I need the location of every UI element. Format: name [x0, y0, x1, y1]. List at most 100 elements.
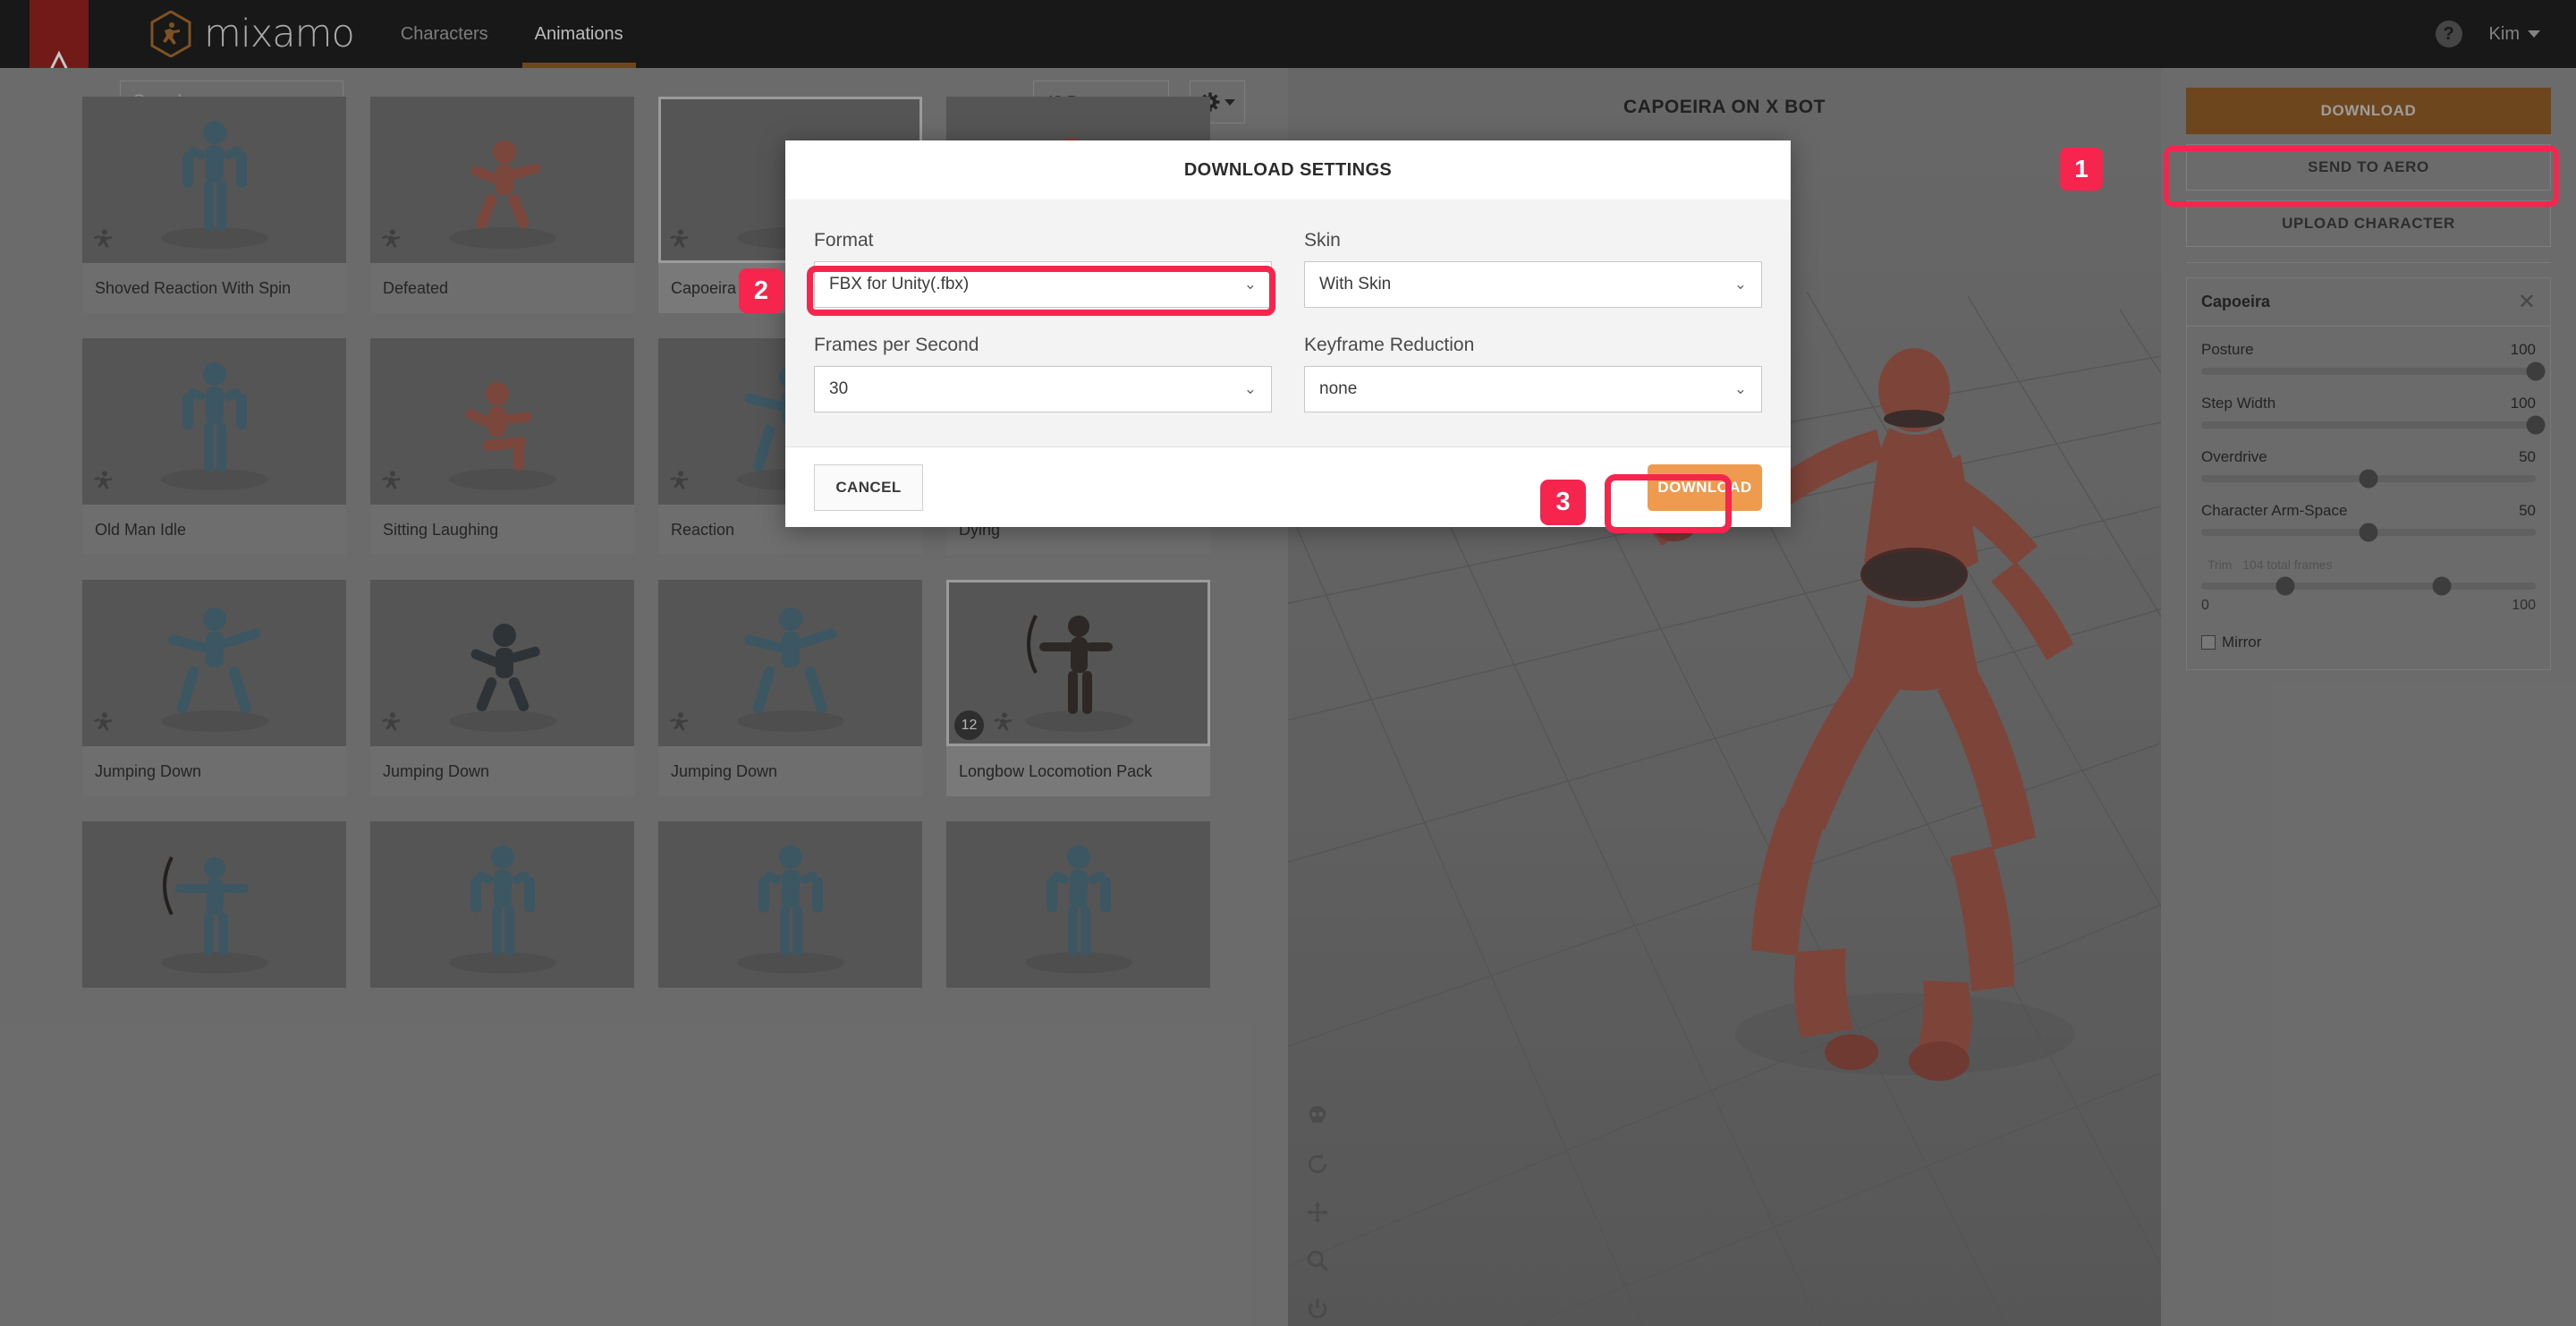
mirror-checkbox-row[interactable]: Mirror — [2201, 633, 2536, 651]
slider-track[interactable] — [2201, 523, 2536, 542]
animation-card[interactable]: Old Man Idle — [82, 338, 346, 555]
field-format: Format FBX for Unity(.fbx) ⌄ — [814, 230, 1272, 308]
animation-thumbnail[interactable] — [82, 580, 346, 746]
slider-character-arm-space[interactable]: Character Arm-Space 50 — [2201, 502, 2536, 542]
modal-download-button[interactable]: DOWNLOAD — [1648, 463, 1762, 511]
animation-thumbnail[interactable] — [370, 580, 634, 746]
mixamo-wordmark: mixamo — [204, 12, 355, 56]
modal-title: DOWNLOAD SETTINGS — [785, 140, 1791, 200]
fps-value: 30 — [829, 379, 849, 398]
running-person-icon — [993, 712, 1013, 738]
animation-settings-card: Capoeira ✕ Posture 100 Step Width 100 Ov… — [2186, 277, 2551, 670]
format-select[interactable]: FBX for Unity(.fbx) ⌄ — [814, 261, 1272, 308]
animation-card[interactable]: 12 Longbow Locomotion Pack — [946, 580, 1210, 796]
animation-thumbnail[interactable] — [82, 338, 346, 505]
animation-thumbnail[interactable] — [82, 821, 346, 988]
cancel-button[interactable]: CANCEL — [814, 463, 923, 511]
send-to-aero-button[interactable]: SEND TO AERO — [2186, 144, 2551, 191]
chevron-down-icon: ⌄ — [1733, 276, 1747, 293]
animation-card-label: Defeated — [370, 263, 634, 313]
animation-thumbnail[interactable] — [946, 821, 1210, 988]
skin-label: Skin — [1304, 230, 1341, 251]
step-badge-3: 3 — [1540, 480, 1586, 525]
slider-overdrive[interactable]: Overdrive 50 — [2201, 448, 2536, 489]
keyframe-reduction-select[interactable]: none ⌄ — [1304, 366, 1762, 412]
close-icon[interactable]: ✕ — [2518, 291, 2536, 313]
animation-card[interactable]: Jumping Down — [82, 580, 346, 796]
running-person-icon — [669, 229, 689, 255]
slider-knob[interactable] — [2526, 361, 2546, 381]
mirror-checkbox[interactable] — [2201, 635, 2216, 650]
animation-card[interactable] — [370, 821, 634, 988]
skull-icon[interactable] — [1306, 1104, 1329, 1127]
slider-label: Overdrive — [2201, 448, 2267, 465]
animation-thumbnail[interactable] — [370, 338, 634, 505]
viewport-controls — [1306, 1104, 1329, 1321]
step-badge-1: 1 — [2060, 148, 2103, 191]
step-badge-2: 2 — [739, 268, 784, 313]
user-menu[interactable]: Kim — [2489, 24, 2540, 45]
slider-step-width[interactable]: Step Width 100 — [2201, 395, 2546, 435]
fps-select[interactable]: 30 ⌄ — [814, 366, 1272, 412]
slider-knob[interactable] — [2359, 469, 2378, 489]
animation-card[interactable]: Defeated — [370, 97, 634, 313]
field-keyframe-reduction: Keyframe Reduction none ⌄ — [1304, 335, 1762, 412]
animation-card[interactable]: Jumping Down — [658, 580, 922, 796]
trim-start-knob[interactable] — [2275, 576, 2294, 596]
trim-end-knob[interactable] — [2432, 576, 2452, 596]
animation-card[interactable] — [946, 821, 1210, 988]
keyframe-reduction-value: none — [1319, 379, 1358, 398]
top-navigation-bar: △ Adobe mixamo Characters Animations ? K… — [0, 0, 2576, 89]
animation-thumbnail[interactable] — [370, 821, 634, 988]
power-icon[interactable] — [1306, 1297, 1329, 1321]
chevron-down-icon — [2528, 30, 2540, 38]
animation-thumbnail[interactable] — [370, 97, 634, 263]
chevron-down-icon: ⌄ — [1243, 276, 1257, 293]
zoom-icon[interactable] — [1306, 1249, 1329, 1272]
download-settings-modal: DOWNLOAD SETTINGS Format FBX for Unity(.… — [785, 140, 1791, 527]
animation-card-label: Old Man Idle — [82, 505, 346, 555]
move-icon[interactable] — [1306, 1201, 1329, 1224]
animation-thumbnail[interactable] — [82, 97, 346, 263]
animation-thumbnail[interactable] — [658, 580, 922, 746]
running-person-icon — [669, 712, 689, 738]
slider-label: Character Arm-Space — [2201, 502, 2348, 519]
animation-card[interactable]: Shoved Reaction With Spin — [82, 97, 346, 313]
slider-posture[interactable]: Posture 100 — [2201, 341, 2546, 381]
nav-tab-characters[interactable]: Characters — [401, 0, 488, 68]
mixamo-brand[interactable]: mixamo — [150, 11, 355, 57]
animation-thumbnail[interactable]: 12 — [946, 580, 1210, 746]
mixamo-hex-icon — [150, 11, 191, 57]
help-icon[interactable]: ? — [2435, 21, 2462, 47]
slider-label: Posture — [2201, 341, 2254, 358]
pack-count-badge: 12 — [954, 710, 984, 740]
upload-character-button[interactable]: UPLOAD CHARACTER — [2186, 200, 2551, 247]
slider-track[interactable] — [2201, 469, 2536, 489]
nav-right-group: ? Kim — [2435, 21, 2540, 47]
slider-track[interactable] — [2201, 361, 2546, 381]
skin-select[interactable]: With Skin ⌄ — [1304, 261, 1762, 308]
field-fps: Frames per Second 30 ⌄ — [814, 335, 1272, 412]
viewport-title: CAPOEIRA ON X BOT — [1623, 97, 1826, 117]
animation-card[interactable] — [82, 821, 346, 988]
running-person-icon — [669, 471, 689, 497]
right-side-panel: DOWNLOAD SEND TO AERO UPLOAD CHARACTER C… — [2161, 68, 2576, 1326]
trim-track[interactable] — [2201, 576, 2536, 596]
animation-card[interactable]: Sitting Laughing — [370, 338, 634, 555]
running-person-icon — [93, 712, 113, 738]
animation-name: Capoeira — [2201, 293, 2271, 310]
slider-knob[interactable] — [2359, 523, 2378, 542]
reset-rotate-icon[interactable] — [1306, 1152, 1329, 1176]
animation-card[interactable] — [658, 821, 922, 988]
download-button[interactable]: DOWNLOAD — [2186, 88, 2551, 134]
chevron-down-icon: ⌄ — [1733, 380, 1747, 397]
nav-tab-animations[interactable]: Animations — [521, 0, 636, 68]
format-value: FBX for Unity(.fbx) — [829, 275, 970, 293]
slider-knob[interactable] — [2526, 415, 2546, 435]
animation-card-label: Jumping Down — [82, 746, 346, 796]
slider-track[interactable] — [2201, 415, 2546, 435]
animation-thumbnail[interactable] — [658, 821, 922, 988]
field-skin: Skin With Skin ⌄ — [1304, 230, 1762, 308]
slider-trim[interactable]: Trim 104 total frames 0 100 — [2201, 556, 2536, 614]
animation-card[interactable]: Jumping Down — [370, 580, 634, 796]
